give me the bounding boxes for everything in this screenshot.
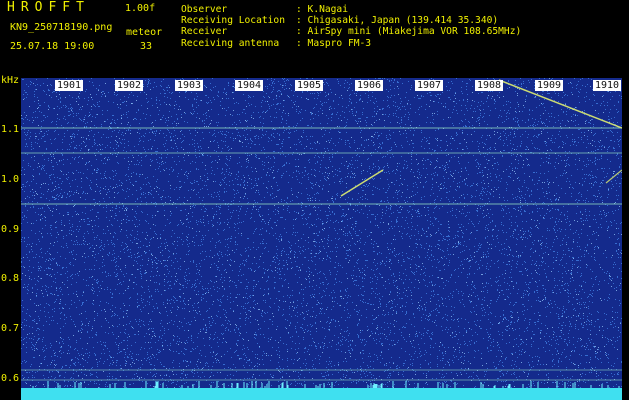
y-tick-label: 0.7 bbox=[1, 323, 20, 334]
y-tick-label: 1.0 bbox=[1, 174, 20, 185]
observer-value: : K.Nagai bbox=[296, 4, 348, 15]
y-tick-label: 0.6 bbox=[1, 373, 20, 384]
receiver-label: Receiver bbox=[181, 26, 228, 37]
spectrogram-display bbox=[21, 78, 622, 400]
x-tick-label: 1907 bbox=[415, 80, 444, 91]
antenna-label: Receiving antenna bbox=[181, 38, 280, 49]
app-title: HROFFT bbox=[7, 0, 90, 15]
mode-label: meteor bbox=[126, 27, 163, 38]
x-tick-label: 1910 bbox=[593, 80, 622, 91]
bottom-signal-strip bbox=[21, 388, 622, 400]
filename-label: KN9_250718190.png bbox=[10, 22, 113, 33]
unit-label: kHz bbox=[1, 75, 20, 86]
receiver-value: : AirSpy mini (Miakejima VOR 108.65MHz) bbox=[296, 26, 522, 37]
x-tick-label: 1904 bbox=[235, 80, 264, 91]
x-tick-label: 1901 bbox=[55, 80, 84, 91]
y-tick-label: 0.8 bbox=[1, 273, 20, 284]
x-tick-label: 1909 bbox=[535, 80, 564, 91]
x-tick-label: 1902 bbox=[115, 80, 144, 91]
location-value: : Chigasaki, Japan (139.414 35.340) bbox=[296, 15, 499, 26]
observer-label: Observer bbox=[181, 4, 228, 15]
location-label: Receiving Location bbox=[181, 15, 285, 26]
x-tick-label: 1906 bbox=[355, 80, 384, 91]
x-tick-label: 1903 bbox=[175, 80, 204, 91]
version-label: 1.00f bbox=[125, 3, 156, 14]
y-tick-label: 1.1 bbox=[1, 124, 20, 135]
x-tick-label: 1905 bbox=[295, 80, 324, 91]
x-tick-label: 1908 bbox=[475, 80, 504, 91]
y-tick-label: 0.9 bbox=[1, 224, 20, 235]
datetime-label: 25.07.18 19:00 bbox=[10, 41, 95, 52]
antenna-value: : Maspro FM-3 bbox=[296, 38, 372, 49]
count-label: 33 bbox=[140, 41, 153, 52]
